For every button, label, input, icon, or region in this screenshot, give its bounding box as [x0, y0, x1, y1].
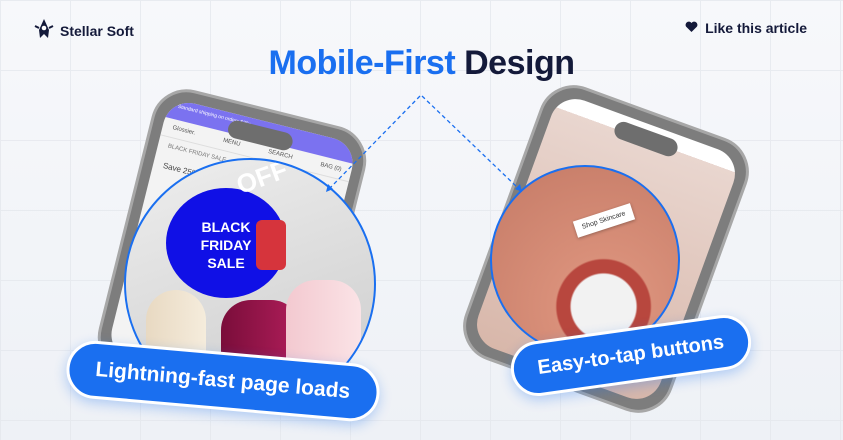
banner: Stellar Soft Like this article Mobile-Fi… [0, 0, 843, 440]
